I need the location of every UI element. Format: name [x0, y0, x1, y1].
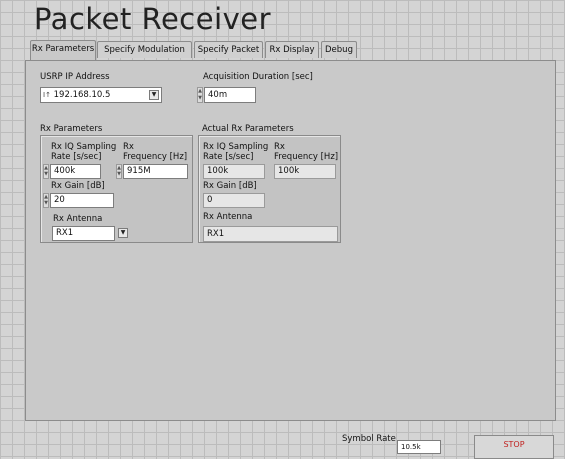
actual-rx-frequency-indicator: 100k	[274, 164, 336, 179]
actual-rx-gain-label: Rx Gain [dB]	[203, 181, 257, 191]
usrp-ip-field[interactable]: I↑ 192.168.10.5 ▼	[40, 87, 162, 103]
rx-gain-input[interactable]: 20	[50, 193, 114, 208]
acquisition-spinner-icon[interactable]: ▲ ▼	[197, 87, 203, 103]
rx-iq-rate-label: Rx IQ Sampling Rate [s/sec]	[51, 142, 117, 162]
actual-rx-antenna-indicator: RX1	[203, 226, 338, 242]
actual-rx-frequency-label: Rx Frequency [Hz]	[274, 142, 339, 162]
rx-antenna-label: Rx Antenna	[53, 214, 103, 224]
actual-rx-parameters-cluster: Rx IQ Sampling Rate [s/sec] Rx Frequency…	[198, 135, 341, 243]
chevron-down-icon[interactable]: ▼	[149, 90, 159, 100]
rx-frequency-spinner-icon[interactable]: ▲ ▼	[116, 164, 122, 179]
acquisition-duration-label: Acquisition Duration [sec]	[203, 72, 313, 82]
tab-rx-display[interactable]: Rx Display	[265, 41, 319, 58]
tab-rx-parameters[interactable]: Rx Parameters	[30, 40, 96, 60]
tab-specify-packet[interactable]: Specify Packet	[194, 41, 263, 58]
symbol-rate-indicator: 10.5k	[397, 440, 441, 454]
tab-specify-modulation[interactable]: Specify Modulation	[97, 41, 192, 58]
tab-debug[interactable]: Debug	[321, 41, 357, 58]
acquisition-duration-input[interactable]: 40m	[204, 87, 256, 103]
actual-rx-antenna-label: Rx Antenna	[203, 212, 253, 222]
usrp-ip-label: USRP IP Address	[40, 72, 110, 82]
usrp-ip-value: 192.168.10.5	[53, 90, 111, 100]
rx-frequency-input[interactable]: 915M	[123, 164, 188, 179]
tab-panel-rx-parameters: USRP IP Address I↑ 192.168.10.5 ▼ Acquis…	[25, 60, 556, 421]
actual-rx-iq-rate-label: Rx IQ Sampling Rate [s/sec]	[203, 142, 269, 162]
rx-antenna-dropdown-icon[interactable]: ▼	[118, 228, 128, 238]
actual-rx-params-header: Actual Rx Parameters	[202, 124, 294, 134]
symbol-rate-label: Symbol Rate	[342, 434, 396, 444]
stop-button[interactable]: STOP	[474, 435, 554, 459]
rx-gain-spinner-icon[interactable]: ▲ ▼	[43, 193, 49, 208]
rx-iq-rate-input[interactable]: 400k	[50, 164, 101, 179]
rx-parameters-cluster: Rx IQ Sampling Rate [s/sec] Rx Frequency…	[40, 135, 193, 243]
actual-rx-iq-rate-indicator: 100k	[203, 164, 265, 179]
rx-antenna-select[interactable]: RX1	[52, 226, 115, 241]
app-title: Packet Receiver	[34, 2, 272, 36]
rx-iq-rate-spinner-icon[interactable]: ▲ ▼	[43, 164, 49, 179]
ip-resource-icon: I↑	[43, 91, 51, 99]
actual-rx-gain-indicator: 0	[203, 193, 265, 208]
rx-frequency-label: Rx Frequency [Hz]	[123, 142, 188, 162]
rx-gain-label: Rx Gain [dB]	[51, 181, 105, 191]
rx-params-header: Rx Parameters	[40, 124, 103, 134]
